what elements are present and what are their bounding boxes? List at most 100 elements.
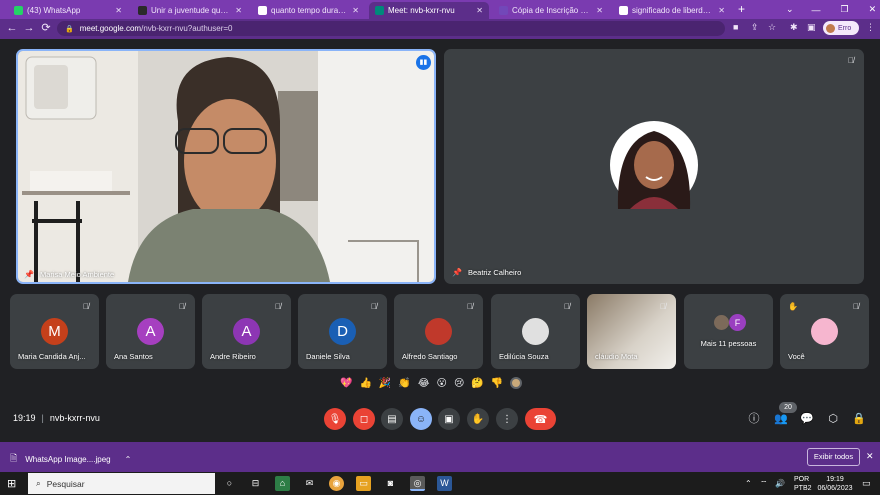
reaction-emoji[interactable]: 😂 <box>418 378 430 389</box>
browser-tab[interactable]: quanto tempo dura reunião do ✕ <box>252 2 365 19</box>
close-window-icon[interactable]: ✕ <box>869 4 877 15</box>
participant-avatar: A <box>137 318 164 345</box>
participant-tile[interactable]: 🎙̸ cláudio Mota <box>587 294 676 369</box>
reaction-emoji[interactable]: 😢 <box>454 378 464 389</box>
chrome-active-icon[interactable]: ◎ <box>410 476 425 491</box>
side-panel-icon[interactable]: ▣ <box>807 22 816 33</box>
mic-muted-icon: 🎙̸ <box>848 56 854 65</box>
tab-close-icon[interactable]: ✕ <box>596 6 603 15</box>
profile-button[interactable]: Erro <box>823 21 859 35</box>
file-explorer-icon[interactable]: ▭ <box>356 476 371 491</box>
download-item[interactable]: 🗎 WhatsApp Image....jpeg ⌃ <box>10 451 131 467</box>
reaction-emoji[interactable]: 🤔 <box>471 378 483 389</box>
task-view-icon[interactable]: ○ <box>222 476 237 491</box>
browser-tab[interactable]: Cópia de Inscrição no evento ✕ <box>493 2 609 19</box>
windows-start-icon[interactable]: ⊞ <box>7 477 16 490</box>
tab-close-icon[interactable]: ✕ <box>476 6 483 15</box>
present-button[interactable]: ▣ <box>438 408 460 430</box>
camera-in-use-icon[interactable]: ■ <box>733 22 738 32</box>
taskbar-search[interactable]: ⌕ Pesquisar <box>28 473 215 494</box>
maximize-icon[interactable]: ❐ <box>841 4 849 15</box>
reaction-emoji[interactable]: 👍 <box>359 378 371 389</box>
participant-tile[interactable]: 🎙̸ Alfredo Santiago <box>394 294 483 369</box>
chrome-icon[interactable]: ◉ <box>329 476 344 491</box>
store-icon[interactable]: ⌂ <box>275 476 290 491</box>
pin-icon[interactable]: 📌 <box>452 268 462 277</box>
tab-favicon-icon <box>619 6 628 15</box>
host-controls-icon[interactable]: 🔒 <box>851 411 867 427</box>
browser-tab[interactable]: (43) WhatsApp ✕ <box>8 2 128 19</box>
activities-icon[interactable]: ⬡ <box>825 411 841 427</box>
participant-tile[interactable]: D 🎙̸ Daniele Silva <box>298 294 387 369</box>
url-bar[interactable]: 🔒 meet.google.com/nvb-kxrr-nvu?authuser=… <box>57 21 725 36</box>
reaction-emoji[interactable]: 🎉 <box>379 378 391 389</box>
extensions-icon[interactable]: ✱ <box>790 22 798 33</box>
chat-icon[interactable]: 💬 <box>799 411 815 427</box>
language-indicator[interactable]: POR PTB2 <box>794 475 812 493</box>
tab-favicon-icon <box>258 6 267 15</box>
word-icon[interactable]: W <box>437 476 452 491</box>
tab-label: significado de liberdade de co <box>632 6 715 15</box>
browser-menu-icon[interactable]: ⋮ <box>866 22 875 33</box>
camera-app-icon[interactable]: ◙ <box>383 476 398 491</box>
notifications-icon[interactable]: ▭ <box>862 478 871 489</box>
back-icon[interactable]: ← <box>5 21 19 35</box>
captions-button[interactable]: ▤ <box>381 408 403 430</box>
forward-icon[interactable]: → <box>22 21 36 35</box>
participant-avatar: A <box>233 318 260 345</box>
chevron-up-icon[interactable]: ⌃ <box>125 455 132 464</box>
participant-tile[interactable]: F Mais 11 pessoas <box>684 294 773 369</box>
browser-tab[interactable]: Unir a juventude que trabalha ✕ <box>132 2 248 19</box>
more-vert-icon: ⋮ <box>502 413 512 425</box>
leave-call-button[interactable]: ☎ <box>525 408 556 430</box>
participant-tile[interactable]: M 🎙̸ Maria Candida Anj... <box>10 294 99 369</box>
meeting-details-icon[interactable]: ⓘ <box>746 411 762 427</box>
clock[interactable]: 19:19 06/06/2023 <box>815 475 855 493</box>
raise-hand-button[interactable]: ✋ <box>467 408 489 430</box>
mic-muted-icon: 🎙̸ <box>853 302 859 311</box>
tab-search-icon[interactable]: ⌄ <box>786 4 794 15</box>
reaction-emoji[interactable]: 😮 <box>437 378 447 389</box>
participant-tile[interactable]: A 🎙̸ Andre Ribeiro <box>202 294 291 369</box>
network-icon[interactable]: ⌔ <box>760 479 768 489</box>
participant-tile[interactable]: 🎙̸ Edilúcia Souza <box>491 294 580 369</box>
mic-off-icon: 🎙 <box>328 413 342 425</box>
tab-favicon-icon <box>499 6 508 15</box>
tab-close-icon[interactable]: ✕ <box>115 6 122 15</box>
participant-tile[interactable]: 🎙̸ ✋ Você <box>780 294 869 369</box>
mic-toggle-button[interactable]: 🎙 <box>324 408 346 430</box>
reaction-emoji[interactable]: 💖 <box>340 378 352 389</box>
show-all-downloads-button[interactable]: Exibir todos <box>807 448 860 466</box>
minimize-icon[interactable]: — <box>812 5 821 15</box>
pin-icon[interactable]: 📌 <box>24 270 34 279</box>
skin-tone-icon[interactable] <box>510 377 523 389</box>
reaction-emoji[interactable]: 👏 <box>398 378 410 389</box>
tab-close-icon[interactable]: ✕ <box>718 6 725 15</box>
camera-toggle-button[interactable]: ◻ <box>353 408 375 430</box>
new-tab-button[interactable]: + <box>738 2 745 16</box>
tray-chevron-icon[interactable]: ⌃ <box>745 479 752 488</box>
participant-avatar: M <box>41 318 68 345</box>
share-icon[interactable]: ⇪ <box>751 22 759 33</box>
reactions-button[interactable]: ☺ <box>410 408 432 430</box>
main-tile-speaker[interactable]: ▮▮ 📌 Marisa Meio Ambiente <box>16 49 436 284</box>
main-tile-participant[interactable]: 🎙̸ 📌 Beatriz Calheiro <box>444 49 864 284</box>
mail-icon[interactable]: ✉ <box>302 476 317 491</box>
more-options-button[interactable]: ⋮ <box>496 408 518 430</box>
browser-tab[interactable]: significado de liberdade de co✕ <box>613 2 731 19</box>
people-icon[interactable]: 👥 <box>773 411 789 427</box>
participant-name: Marisa Meio Ambiente <box>39 270 115 279</box>
tab-label: Meet: nvb-kxrr-nvu <box>388 6 455 15</box>
participant-avatar <box>714 315 729 330</box>
tab-close-icon[interactable]: ✕ <box>352 6 359 15</box>
reload-icon[interactable]: ⟳ <box>39 21 53 35</box>
close-download-bar-icon[interactable]: ✕ <box>866 451 874 462</box>
reaction-emoji[interactable]: 👎 <box>491 378 503 389</box>
tab-close-icon[interactable]: ✕ <box>235 6 242 15</box>
volume-icon[interactable]: 🔊 <box>775 479 785 488</box>
speaking-indicator-icon: ▮▮ <box>416 55 431 70</box>
bookmark-star-icon[interactable]: ☆ <box>768 22 776 33</box>
widgets-icon[interactable]: ⊟ <box>248 476 263 491</box>
browser-tab[interactable]: Meet: nvb-kxrr-nvu ✕ <box>369 2 489 19</box>
participant-tile[interactable]: A 🎙̸ Ana Santos <box>106 294 195 369</box>
